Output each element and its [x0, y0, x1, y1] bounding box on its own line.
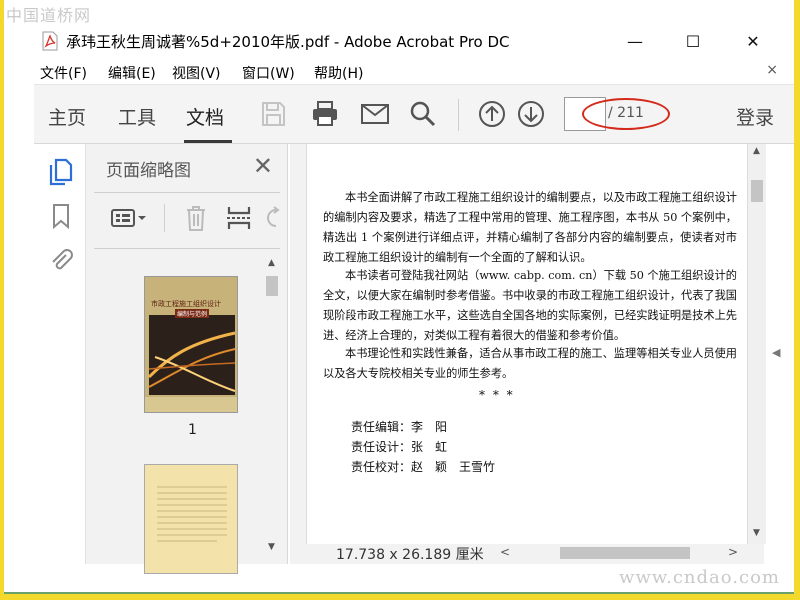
- credit-line: 责任编辑：李 阳: [351, 418, 447, 435]
- status-bar: 17.738 x 26.189 厘米 < >: [290, 544, 764, 564]
- scroll-up-icon[interactable]: ▲: [753, 146, 760, 156]
- page-dimensions: 17.738 x 26.189 厘米: [336, 547, 484, 563]
- arrow-up-icon[interactable]: [477, 99, 507, 129]
- acrobat-window: 承玮王秋生周诚著%5d+2010年版.pdf - Adobe Acrobat P…: [4, 0, 794, 594]
- scroll-thumb[interactable]: [266, 276, 278, 296]
- menu-edit[interactable]: 编辑(E): [108, 63, 156, 83]
- panel-tool-separator: [164, 204, 165, 232]
- save-icon[interactable]: [258, 99, 288, 129]
- search-icon[interactable]: [408, 99, 438, 129]
- close-document-button[interactable]: ×: [766, 62, 778, 78]
- body-paragraph: 本书理论性和实践性兼备，适合从事市政工程的施工、监理等相关专业人员使用以及各大专…: [323, 347, 737, 380]
- print-icon[interactable]: [310, 99, 340, 129]
- body-paragraph: 本书全面讲解了市政工程施工组织设计的编制要点，以及市政工程施工组织设计的编制内容…: [323, 191, 737, 264]
- scroll-down-icon[interactable]: ▼: [753, 528, 760, 538]
- window-title: 承玮王秋生周诚著%5d+2010年版.pdf - Adobe Acrobat P…: [66, 33, 510, 51]
- scroll-up-icon[interactable]: ▲: [268, 258, 275, 268]
- credit-line: 责任校对：赵 颖 王雪竹: [351, 458, 495, 475]
- document-horizontal-scrollbar[interactable]: < >: [496, 544, 750, 562]
- insert-page-icon[interactable]: [226, 204, 252, 232]
- cover-subtitle: 编制与范例: [175, 309, 210, 318]
- rotate-icon[interactable]: [264, 206, 280, 230]
- bookmark-icon[interactable]: [48, 202, 74, 230]
- maximize-button[interactable]: ☐: [670, 24, 716, 58]
- scroll-left-icon[interactable]: <: [500, 545, 510, 559]
- watermark-top: 中国道桥网: [6, 6, 92, 25]
- tab-document[interactable]: 文档: [186, 103, 224, 130]
- expand-right-panel-icon[interactable]: ◀: [772, 346, 780, 359]
- navigation-rail: [34, 144, 86, 564]
- page-thumbnail[interactable]: 市政工程施工组织设计 编制与范例: [144, 276, 238, 413]
- section-separator: * * *: [479, 388, 515, 402]
- cover-title: 市政工程施工组织设计: [151, 300, 221, 308]
- tab-tools[interactable]: 工具: [118, 103, 156, 130]
- credit-role: 责任校对：: [351, 460, 412, 474]
- menu-view[interactable]: 视图(V): [172, 63, 221, 83]
- thumbnails-panel: 页面缩略图 ✕ 市政工程施工组织设计 编制与范例 1 ▲ ▼: [86, 144, 288, 574]
- active-tab-indicator: [184, 140, 232, 143]
- toolbar-separator: [458, 99, 459, 131]
- annotation-ellipse: [582, 98, 670, 130]
- thumbnail-label: 1: [188, 422, 197, 438]
- tab-home[interactable]: 主页: [48, 103, 86, 130]
- menu-window[interactable]: 窗口(W): [242, 63, 295, 83]
- credit-name: 赵 颖 王雪竹: [411, 460, 496, 474]
- attachment-icon[interactable]: [48, 246, 74, 274]
- main-toolbar: 主页 工具 文档 / 211 登录: [34, 84, 794, 144]
- credit-role: 责任编辑：: [351, 420, 412, 434]
- page-thumbnails-icon[interactable]: [48, 158, 74, 186]
- page-preview: [145, 465, 237, 573]
- options-menu-icon[interactable]: [110, 206, 148, 230]
- credit-line: 责任设计：张 虹: [351, 438, 447, 455]
- watermark-bottom: www.cndao.com: [619, 567, 780, 588]
- body-paragraph: 本书读者可登陆我社网站（www. cabp. com. cn）下载 50 个施工…: [323, 269, 737, 342]
- panel-title: 页面缩略图: [106, 161, 191, 181]
- minimize-button[interactable]: —: [612, 24, 658, 58]
- delete-icon[interactable]: [184, 204, 208, 232]
- credit-role: 责任设计：: [351, 440, 412, 454]
- arrow-down-icon[interactable]: [516, 99, 546, 129]
- credit-name: 张 虹: [411, 440, 448, 454]
- login-link[interactable]: 登录: [736, 103, 774, 130]
- panel-divider: [94, 248, 280, 249]
- page-thumbnail[interactable]: [144, 464, 238, 574]
- menu-file[interactable]: 文件(F): [40, 63, 87, 83]
- credit-name: 李 阳: [411, 420, 448, 434]
- scroll-thumb[interactable]: [751, 180, 763, 202]
- document-vertical-scrollbar[interactable]: ▲ ▼: [748, 144, 766, 544]
- pdf-page: 本书全面讲解了市政工程施工组织设计的编制要点，以及市政工程施工组织设计的编制内容…: [306, 144, 748, 544]
- scroll-thumb[interactable]: [560, 547, 690, 559]
- scroll-down-icon[interactable]: ▼: [268, 542, 275, 552]
- pdf-file-icon: [42, 31, 58, 51]
- title-bar: 承玮王秋生周诚著%5d+2010年版.pdf - Adobe Acrobat P…: [4, 24, 794, 58]
- email-icon[interactable]: [360, 99, 390, 129]
- cover-image: [145, 277, 237, 412]
- panel-scrollbar[interactable]: ▲ ▼: [264, 256, 280, 556]
- document-view: 本书全面讲解了市政工程施工组织设计的编制要点，以及市政工程施工组织设计的编制内容…: [290, 144, 764, 544]
- menu-help[interactable]: 帮助(H): [314, 63, 363, 83]
- panel-toolbar: [86, 200, 288, 236]
- panel-divider: [94, 192, 280, 193]
- scroll-right-icon[interactable]: >: [728, 545, 738, 559]
- panel-close-button[interactable]: ✕: [253, 152, 273, 180]
- close-window-button[interactable]: ✕: [730, 24, 776, 58]
- menu-bar: 文件(F) 编辑(E) 视图(V) 窗口(W) 帮助(H) ×: [4, 60, 794, 84]
